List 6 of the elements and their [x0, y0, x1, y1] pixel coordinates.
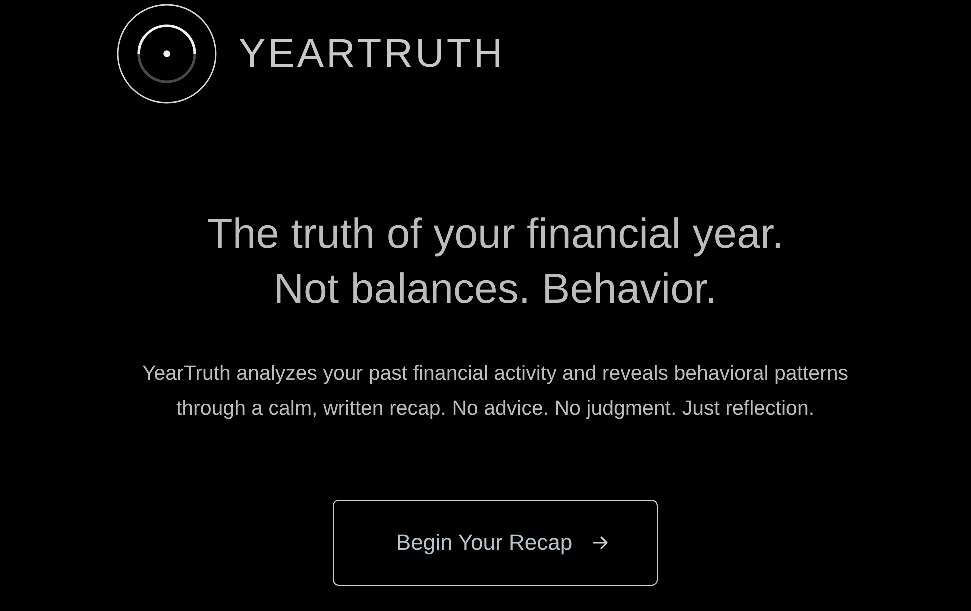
arrow-icon — [592, 536, 609, 550]
begin-recap-button[interactable]: Begin Your Recap — [333, 500, 658, 586]
logo-icon — [117, 4, 217, 104]
description: YearTruth analyzes your past financial activity and reveals behavioral patterns through a calm, written recap. No advice. No judgment. Just reflection. — [141, 361, 850, 422]
headline: The truth of your financial year. Not balances. Behavior. — [207, 209, 784, 314]
brand-name: YEARTRUTH — [239, 34, 506, 74]
